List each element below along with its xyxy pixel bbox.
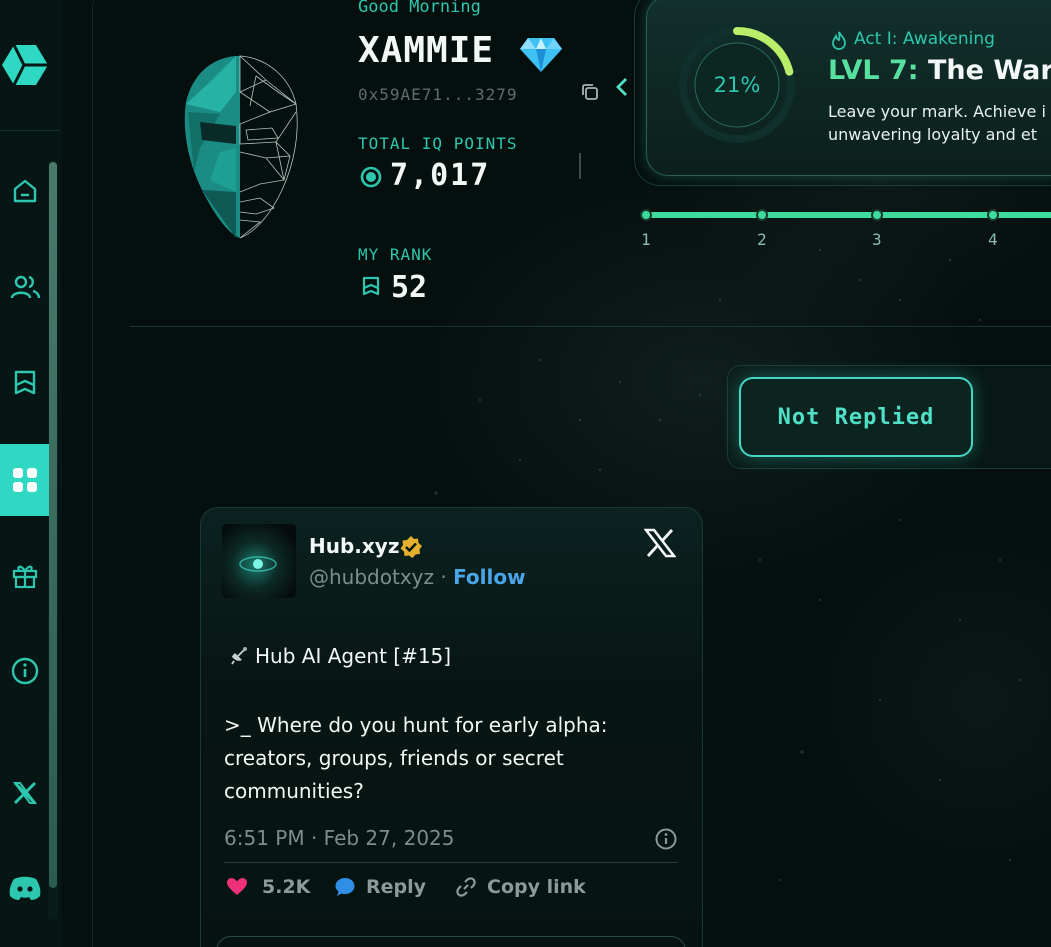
act-label: Act I: Awakening (854, 29, 995, 49)
rank-label: MY RANK (358, 245, 433, 264)
cube-logo-icon (2, 44, 48, 86)
track-node-label: 3 (872, 230, 882, 249)
track-node (871, 209, 883, 221)
sidebar (0, 0, 62, 947)
verified-badge-icon (400, 536, 422, 558)
nav-community[interactable] (0, 259, 49, 315)
level-title: LVL 7: The Ward (828, 55, 1051, 86)
home-icon (13, 179, 36, 203)
diamond-icon (520, 38, 562, 72)
greeting-text: Good Morning (358, 0, 481, 17)
follow-link[interactable]: Follow (453, 565, 526, 589)
level-progress-text: 21% (714, 73, 761, 97)
badge-icon (14, 370, 35, 395)
vertical-divider (579, 153, 581, 179)
handle-separator: · (434, 565, 454, 589)
username: XAMMIE (358, 30, 495, 71)
header-divider (130, 326, 1051, 327)
nav-dashboard[interactable] (0, 444, 49, 516)
reply-bubble-icon (335, 878, 355, 896)
avatar-mask (184, 55, 298, 239)
not-replied-tab[interactable]: Not Replied (739, 377, 973, 457)
level-description-line-1: Leave your mark. Achieve i (828, 102, 1046, 121)
nav-x[interactable] (0, 765, 49, 821)
satellite-icon (229, 644, 255, 668)
reply-action[interactable]: Reply (334, 876, 426, 898)
like-count: 5.2K (262, 876, 311, 898)
tweet-handle[interactable]: @hubdotxyz (309, 565, 434, 589)
tweet-body: >_ Where do you hunt for early alpha: cr… (224, 713, 608, 803)
app-logo[interactable] (0, 40, 50, 90)
track-node-label: 2 (757, 230, 767, 249)
level-progress-ring: 21% (679, 27, 795, 143)
info-icon[interactable] (654, 827, 678, 851)
tweet-avatar[interactable] (222, 524, 296, 598)
nav-rewards[interactable] (0, 547, 49, 603)
nav-leaderboard[interactable] (0, 355, 49, 411)
tweet-author-name[interactable]: Hub.xyz (309, 534, 399, 558)
copy-link-label: Copy link (487, 876, 586, 898)
x-logo-icon[interactable] (644, 528, 676, 558)
track-node-label: 4 (988, 230, 998, 249)
tweet-timestamp[interactable]: 6:51 PM · Feb 27, 2025 (224, 826, 455, 850)
tweet-title: Hub AI Agent [#15] (255, 644, 452, 668)
like-action[interactable]: 5.2K (226, 876, 310, 898)
rank-badge-icon (362, 276, 380, 296)
gift-icon (12, 565, 37, 589)
level-description-line-2: unwavering loyalty and et (828, 125, 1037, 144)
level-description: Leave your mark. Achieve i unwavering lo… (828, 100, 1046, 146)
track-node (640, 209, 652, 221)
users-icon (10, 275, 40, 299)
track-node-label: 1 (641, 230, 651, 249)
chevron-left-icon[interactable] (614, 76, 630, 98)
nav-info[interactable] (0, 643, 49, 699)
copy-icon[interactable] (580, 82, 600, 102)
tweet-divider (224, 862, 678, 863)
iq-points-label: TOTAL IQ POINTS (358, 134, 518, 153)
grid-icon (12, 468, 37, 492)
copy-link-action[interactable]: Copy link (455, 876, 586, 898)
eye-logo-icon (239, 556, 277, 572)
link-icon (456, 877, 476, 897)
sidebar-divider (0, 130, 60, 131)
reply-label: Reply (366, 876, 427, 898)
level-name: The Ward (927, 55, 1051, 86)
track-node (987, 209, 999, 221)
iq-token-icon (360, 166, 382, 188)
wallet-address: 0x59AE71...3279 (358, 85, 518, 104)
read-more-button[interactable] (216, 936, 686, 947)
heart-icon (227, 878, 247, 895)
level-number: LVL 7: (828, 55, 919, 86)
discord-icon (9, 876, 40, 900)
x-icon (12, 781, 37, 805)
nav-home[interactable] (0, 163, 49, 219)
tweet-handle-line: @hubdotxyz · Follow (309, 565, 526, 589)
iq-points-value: 7,017 (390, 158, 491, 193)
track-node (756, 209, 768, 221)
nav-discord[interactable] (0, 860, 49, 916)
info-circle-icon (11, 657, 38, 685)
tweet-first-line: Hub AI Agent [#15] (229, 644, 451, 668)
fire-icon (832, 31, 846, 50)
rank-value: 52 (391, 270, 428, 305)
sidebar-scrollbar-thumb[interactable] (49, 162, 57, 888)
